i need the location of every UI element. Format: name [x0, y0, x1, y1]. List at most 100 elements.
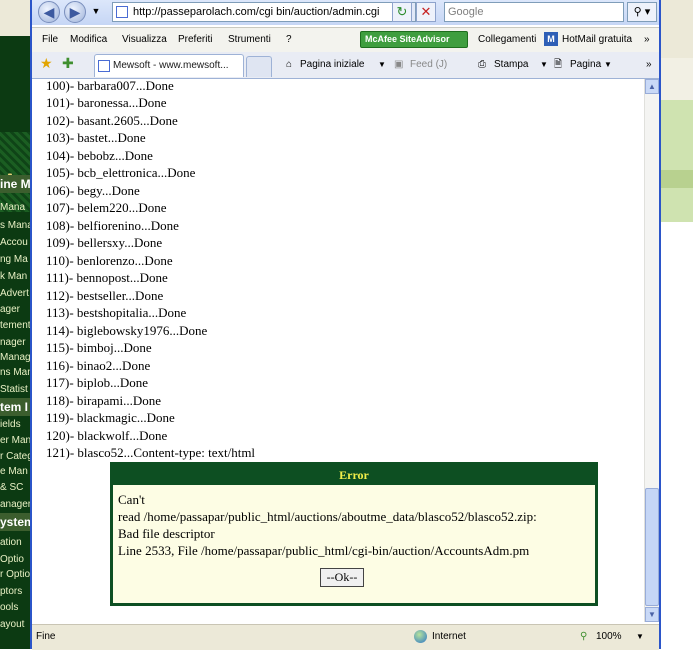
log-line: 113)- bestshopitalia...Done: [46, 305, 187, 321]
log-line: 114)- biglebowsky1976...Done: [46, 322, 208, 338]
error-line-3: Bad file descriptor: [118, 526, 215, 541]
scroll-down-icon[interactable]: ▼: [645, 607, 659, 622]
menu-modifica[interactable]: Modifica: [70, 32, 107, 48]
log-line: 108)- belfiorenino...Done: [46, 217, 179, 233]
error-title: Error: [113, 465, 595, 485]
zoom-icon[interactable]: ⚲: [580, 630, 587, 644]
menu-help[interactable]: ?: [286, 32, 292, 48]
menu-file[interactable]: File: [42, 32, 58, 48]
tab-mewsoft[interactable]: Mewsoft - www.mewsoft...: [94, 54, 244, 77]
background-sidebar-item: e Man: [0, 466, 28, 477]
tab-favicon-icon: [98, 60, 110, 72]
scrollbar-thumb[interactable]: [645, 488, 659, 606]
chevron-right-icon[interactable]: »: [644, 32, 650, 48]
log-line: 107)- belem220...Done: [46, 200, 167, 216]
log-line: 116)- binao2...Done: [46, 357, 151, 373]
links-label[interactable]: Collegamenti: [478, 32, 536, 48]
log-line: 111)- bennopost...Done: [46, 270, 168, 286]
home-dropdown-icon[interactable]: ▼: [378, 58, 386, 72]
background-sidebar-item: ptors: [0, 586, 23, 597]
internet-zone-icon: [414, 630, 427, 643]
background-sidebar-item: tement: [0, 320, 31, 331]
log-line: 121)- blasco52...Content-type: text/html: [46, 445, 256, 461]
log-line: 110)- benlorenzo...Done: [46, 252, 173, 268]
print-dropdown-icon[interactable]: ▼: [540, 58, 548, 72]
background-sidebar-item: Manag: [0, 352, 31, 363]
log-line: 117)- biplob...Done: [46, 375, 149, 391]
bg-right-banner: [661, 100, 693, 222]
background-sidebar-item: ager: [0, 304, 21, 315]
background-sidebar-item: & SC: [0, 482, 24, 493]
page-icon[interactable]: 🗎: [554, 58, 562, 72]
feed-button[interactable]: Feed (J): [410, 58, 447, 72]
log-line: 119)- blackmagic...Done: [46, 410, 175, 426]
zoom-dropdown-icon[interactable]: ▼: [636, 630, 644, 644]
page-menu-button[interactable]: Pagina: [570, 58, 601, 72]
feed-icon[interactable]: ▣: [394, 58, 403, 72]
log-line: 103)- bastet...Done: [46, 130, 146, 146]
back-button[interactable]: ◀: [38, 1, 60, 23]
menu-bar: File Modifica Visualizza Preferiti Strum…: [32, 27, 659, 53]
address-bar[interactable]: http://passeparolach.com/cgi bin/auction…: [112, 2, 416, 22]
favorites-star-icon[interactable]: ★: [40, 56, 53, 70]
bg-right-toolbar-2: [661, 58, 693, 101]
print-button[interactable]: Stampa: [494, 58, 528, 72]
background-sidebar-item: s Mana: [0, 220, 32, 231]
mcafee-siteadvisor-button[interactable]: McAfee SiteAdvisor: [360, 31, 468, 48]
error-line-1: Can't: [118, 492, 145, 507]
print-icon[interactable]: ⎙: [478, 58, 486, 72]
menu-preferiti[interactable]: Preferiti: [178, 32, 212, 48]
navigation-bar: ◀ ▶ ▼ http://passeparolach.com/cgi bin/a…: [32, 0, 659, 25]
background-sidebar-item: er Man: [0, 435, 32, 446]
home-icon[interactable]: ⌂: [286, 58, 292, 72]
search-button[interactable]: ⚲ ▾: [627, 2, 657, 22]
error-line-4: Line 2533, File /home/passapar/public_ht…: [118, 543, 530, 558]
refresh-icon[interactable]: ↻: [392, 2, 412, 22]
background-sidebar-item: tem I: [0, 398, 32, 416]
hotmail-link[interactable]: HotMail gratuita: [562, 32, 632, 48]
vertical-scrollbar[interactable]: ▲ ▼: [644, 79, 659, 622]
search-input[interactable]: Google: [444, 2, 624, 22]
scroll-up-icon[interactable]: ▲: [645, 79, 659, 94]
hotmail-icon: M: [544, 32, 558, 46]
forward-button[interactable]: ▶: [64, 1, 86, 23]
zone-label: Internet: [432, 631, 466, 642]
mcafee-label: McAfee SiteAdvisor: [365, 34, 450, 44]
log-line: 106)- begy...Done: [46, 182, 140, 198]
log-line: 104)- bebobz...Done: [46, 147, 153, 163]
tab-title: Mewsoft - www.mewsoft...: [113, 60, 229, 71]
log-line: 100)- barbara007...Done: [46, 79, 174, 93]
add-favorites-icon[interactable]: ✚: [62, 56, 74, 70]
home-button[interactable]: Pagina iniziale: [300, 58, 365, 72]
search-placeholder: Google: [448, 6, 484, 18]
background-sidebar-item: Mana: [0, 202, 26, 213]
bg-right-strip: [661, 170, 693, 188]
page-favicon-icon: [116, 6, 128, 18]
address-url: http://passeparolach.com/cgi bin/auction…: [133, 6, 380, 18]
background-sidebar-item: ools: [0, 602, 19, 613]
background-right-panel: [661, 36, 693, 649]
menu-visualizza[interactable]: Visualizza: [122, 32, 167, 48]
background-sidebar-item: anager: [0, 499, 32, 510]
zoom-level[interactable]: 100%: [596, 630, 622, 644]
background-sidebar-item: r Optio: [0, 569, 31, 580]
background-sidebar-item: Statist: [0, 384, 28, 395]
toolbar-chevron-icon[interactable]: »: [646, 58, 652, 72]
history-dropdown-icon[interactable]: ▼: [88, 2, 104, 22]
error-line-2: read /home/passapar/public_html/auctions…: [118, 509, 537, 524]
status-text: Fine: [36, 631, 56, 642]
background-sidebar-item: k Man: [0, 271, 28, 282]
ok-button[interactable]: --Ok--: [320, 568, 364, 587]
new-tab-button[interactable]: [246, 56, 272, 77]
page-dropdown-icon[interactable]: ▼: [604, 58, 612, 72]
log-line: 115)- bimboj...Done: [46, 340, 152, 356]
background-sidebar-item: ystem: [0, 513, 32, 531]
background-sidebar-item: Accou: [0, 237, 28, 248]
log-line: 102)- basant.2605...Done: [46, 112, 178, 128]
background-sidebar: A ine MManas ManaAccoung Mak ManAdvertag…: [0, 36, 32, 649]
stop-icon[interactable]: ✕: [416, 2, 436, 22]
background-sidebar-item: ng Ma: [0, 254, 28, 265]
log-line: 112)- bestseller...Done: [46, 287, 164, 303]
background-sidebar-item: ns Man: [0, 367, 32, 378]
menu-strumenti[interactable]: Strumenti: [228, 32, 271, 48]
